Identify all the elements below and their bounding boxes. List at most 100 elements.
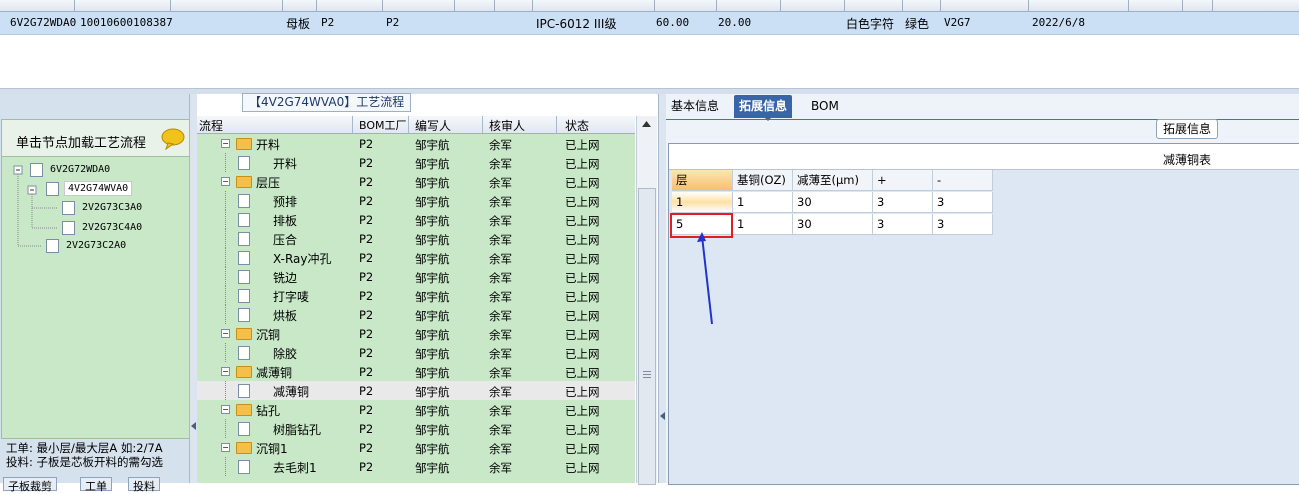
grid-cell[interactable]: 1	[733, 214, 793, 235]
process-row[interactable]: 减薄铜 P2 邹宇航 余军 已上网	[197, 381, 635, 400]
process-row[interactable]: 预排 P2 邹宇航 余军 已上网	[197, 191, 635, 210]
grid-cell-layer[interactable]: 1	[672, 192, 733, 213]
process-name: 预排	[273, 195, 298, 209]
process-name: 沉铜1	[256, 442, 288, 456]
process-writer: 邹宇航	[415, 423, 450, 437]
process-reviewer: 余军	[489, 347, 512, 361]
collapse-icon[interactable]: −	[221, 177, 230, 186]
grid-cell[interactable]: 1	[733, 192, 793, 213]
col-bom-factory[interactable]: BOM工厂	[359, 117, 407, 133]
order-code: 6V2G72WDA0	[10, 16, 77, 29]
file-icon	[238, 308, 250, 322]
collapse-icon[interactable]: −	[221, 367, 230, 376]
grid-cell[interactable]: 30	[793, 214, 873, 235]
col-reviewer[interactable]: 核审人	[489, 117, 525, 134]
process-reviewer: 余军	[489, 404, 512, 418]
tab-feeding[interactable]: 投料	[128, 477, 160, 493]
process-bom-factory: P2	[359, 156, 374, 170]
collapse-icon[interactable]: −	[221, 405, 230, 414]
tree-node[interactable]: 2V2G73C2A0	[66, 240, 126, 251]
grid-cell[interactable]: 30	[793, 192, 873, 213]
process-row[interactable]: − 层压 P2 邹宇航 余军 已上网	[197, 172, 635, 191]
tree-line	[225, 191, 227, 210]
process-row[interactable]: 烘板 P2 邹宇航 余军 已上网	[197, 305, 635, 324]
file-icon	[238, 346, 250, 360]
col-process[interactable]: 流程	[199, 117, 223, 134]
process-reviewer: 余军	[489, 442, 512, 456]
process-row[interactable]: − 减薄铜 P2 邹宇航 余军 已上网	[197, 362, 635, 381]
process-row[interactable]: 树脂钻孔 P2 邹宇航 余军 已上网	[197, 419, 635, 438]
process-row[interactable]: 排板 P2 邹宇航 余军 已上网	[197, 210, 635, 229]
tab-subboard[interactable]: 子板裁剪	[3, 477, 57, 493]
tree-node[interactable]: 2V2G73C4A0	[82, 222, 142, 233]
file-icon	[62, 221, 75, 235]
process-status: 已上网	[565, 138, 600, 152]
grid-col-thin-to[interactable]: 减薄至(μm)	[793, 170, 873, 191]
grid-col-plus[interactable]: +	[873, 170, 933, 191]
file-icon	[238, 422, 250, 436]
factory-2: P2	[386, 16, 400, 29]
process-row[interactable]: 开料 P2 邹宇航 余军 已上网	[197, 153, 635, 172]
grid-col-base-copper[interactable]: 基铜(OZ)	[733, 170, 793, 191]
process-bom-factory: P2	[359, 441, 374, 455]
col-status[interactable]: 状态	[565, 117, 589, 134]
process-status: 已上网	[565, 290, 600, 304]
scroll-up-icon[interactable]	[642, 121, 651, 127]
process-name: 层压	[256, 176, 281, 190]
process-row[interactable]: 去毛刺1 P2 邹宇航 余军 已上网	[197, 457, 635, 476]
process-name: 减薄铜	[256, 366, 293, 380]
process-row[interactable]: 除胶 P2 邹宇航 余军 已上网	[197, 343, 635, 362]
tree-node-root[interactable]: 6V2G72WDA0	[50, 164, 110, 175]
process-row[interactable]: 打字唛 P2 邹宇航 余军 已上网	[197, 286, 635, 305]
tree-line	[225, 457, 227, 476]
process-writer: 邹宇航	[415, 366, 450, 380]
process-reviewer: 余军	[489, 252, 512, 266]
process-row[interactable]: 铣边 P2 邹宇航 余军 已上网	[197, 267, 635, 286]
version: V2G7	[944, 16, 971, 29]
collapse-icon[interactable]: −	[221, 443, 230, 452]
process-row[interactable]: − 钻孔 P2 邹宇航 余军 已上网	[197, 400, 635, 419]
tab-bom[interactable]: BOM	[806, 95, 844, 118]
process-row[interactable]: X-Ray冲孔 P2 邹宇航 余军 已上网	[197, 248, 635, 267]
grid-cell[interactable]: 3	[873, 192, 933, 213]
tree-line	[225, 286, 227, 305]
scrollbar-thumb[interactable]	[638, 188, 656, 485]
grid-col-minus[interactable]: -	[933, 170, 993, 191]
grid-cell[interactable]: 3	[873, 214, 933, 235]
tree-node[interactable]: 2V2G73C3A0	[82, 202, 142, 213]
grid-cell[interactable]: 3	[933, 214, 993, 235]
process-status: 已上网	[565, 366, 600, 380]
col-writer[interactable]: 编写人	[415, 117, 451, 134]
process-status: 已上网	[565, 404, 600, 418]
tab-workorder[interactable]: 工单	[80, 477, 112, 493]
process-reviewer: 余军	[489, 366, 512, 380]
grid-col-layer[interactable]: 层	[672, 170, 733, 191]
order-date: 2022/6/8	[1032, 16, 1085, 29]
process-bom-factory: P2	[359, 137, 374, 151]
collapse-icon[interactable]: −	[221, 139, 230, 148]
process-name: 烘板	[273, 309, 298, 323]
collapse-icon[interactable]: −	[221, 329, 230, 338]
process-row[interactable]: − 开料 P2 邹宇航 余军 已上网	[197, 134, 635, 153]
grid-cell[interactable]: 3	[933, 192, 993, 213]
process-status: 已上网	[565, 214, 600, 228]
process-bom-factory: P2	[359, 213, 374, 227]
process-status: 已上网	[565, 347, 600, 361]
order-row[interactable]: 6V2G72WDA0 10010600108387 母板 P2 P2 IPC-6…	[0, 12, 1299, 35]
process-row[interactable]: − 沉铜 P2 邹宇航 余军 已上网	[197, 324, 635, 343]
tree-line	[225, 343, 227, 362]
process-name: 去毛刺1	[273, 461, 317, 475]
tree-line	[225, 210, 227, 229]
tree-line	[225, 153, 227, 172]
tab-basic-info[interactable]: 基本信息	[666, 95, 724, 118]
process-row[interactable]: − 沉铜1 P2 邹宇航 余军 已上网	[197, 438, 635, 457]
process-row[interactable]: 压合 P2 邹宇航 余军 已上网	[197, 229, 635, 248]
folder-icon	[236, 138, 252, 150]
tree-node-selected[interactable]: 4V2G74WVA0	[64, 181, 133, 196]
file-icon	[238, 194, 250, 208]
process-status: 已上网	[565, 423, 600, 437]
tab-extended-info[interactable]: 拓展信息	[734, 95, 793, 118]
process-writer: 邹宇航	[415, 290, 450, 304]
process-status: 已上网	[565, 271, 600, 285]
solder-color: 绿色	[905, 17, 930, 31]
